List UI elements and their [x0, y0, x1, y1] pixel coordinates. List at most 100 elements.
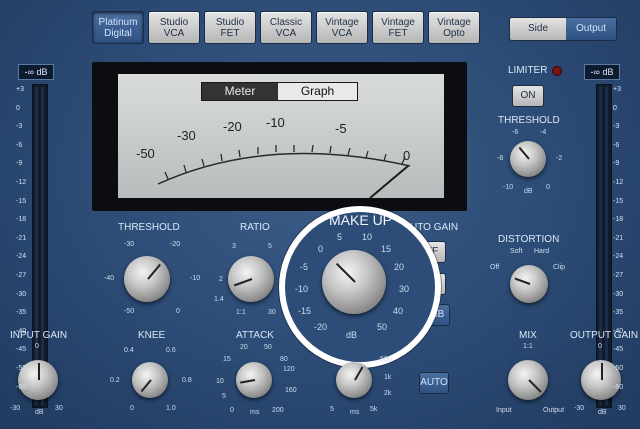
attack-knob[interactable]: [236, 362, 272, 398]
meter-scale-tick: -15: [613, 197, 624, 205]
input-gain-tick: dB: [35, 409, 44, 416]
meter-scale-tick: -6: [16, 141, 23, 149]
model-label: Vintage VCA: [325, 16, 359, 39]
limiter-on-button[interactable]: ON: [512, 85, 544, 107]
input-gain-tick: -30: [10, 405, 21, 412]
vu-tick-label: -30: [177, 128, 196, 143]
output-gain-tick: 0: [598, 343, 602, 350]
attack-tick: 15: [223, 356, 231, 363]
auto-release-button[interactable]: AUTO: [419, 372, 449, 394]
makeup-tick: -10: [295, 284, 309, 294]
ratio-tick: 1:1: [236, 309, 246, 316]
meter-scale-tick: -9: [613, 160, 620, 168]
release-tick: 5k: [370, 406, 378, 413]
limiter-threshold-tick: dB: [524, 188, 533, 195]
vu-tick-label: -50: [136, 146, 155, 161]
limiter-led-icon: [552, 66, 562, 76]
model-platinum-digital[interactable]: Platinum Digital: [92, 11, 144, 44]
attack-tick: 20: [240, 344, 248, 351]
meter-scale-tick: -30: [613, 290, 624, 298]
makeup-tick: 10: [362, 232, 373, 242]
limiter-label: LIMITER: [508, 65, 548, 76]
threshold-tick: 0: [176, 308, 180, 315]
meter-scale-tick: -40: [16, 327, 27, 335]
distortion-off: Off: [490, 264, 500, 271]
meter-scale-tick: -30: [16, 290, 27, 298]
meter-scale-tick: -60: [16, 383, 27, 391]
limiter-threshold-tick: 0: [546, 184, 550, 191]
knee-tick: 0.2: [110, 377, 120, 384]
knee-knob[interactable]: [132, 362, 168, 398]
input-gain-tick: 0: [35, 343, 39, 350]
ratio-label: RATIO: [240, 222, 270, 233]
meter-scale-tick: -35: [16, 309, 27, 317]
model-vintage-fet[interactable]: Vintage FET: [372, 11, 424, 44]
meter-scale-tick: -15: [16, 197, 27, 205]
meter-scale-tick: -18: [16, 216, 27, 224]
model-vintage-opto[interactable]: Vintage Opto: [428, 11, 480, 44]
meter-scale-tick: 0: [16, 104, 20, 112]
mix-knob[interactable]: [508, 360, 548, 400]
release-tick: ms: [350, 409, 360, 416]
output-gain-tick: dB: [598, 409, 607, 416]
knee-tick: 1.0: [166, 405, 176, 412]
attack-tick: 0: [230, 407, 234, 414]
input-gain-tick: 30: [55, 405, 63, 412]
meter-scale-tick: -21: [613, 234, 624, 242]
meter-scale-tick: -12: [613, 179, 624, 186]
release-tick: 2k: [384, 390, 392, 397]
makeup-tick: 30: [399, 284, 410, 294]
release-knob[interactable]: [336, 362, 372, 398]
makeup-tick: 40: [393, 306, 404, 316]
model-classic-vca[interactable]: Classic VCA: [260, 11, 312, 44]
meter-scale-tick: -21: [16, 234, 27, 242]
meter-scale-tick: -27: [613, 272, 624, 279]
ratio-tick: 30: [268, 309, 276, 316]
meter-scale-tick: 0: [613, 104, 617, 112]
input-level-readout: -∞ dB: [18, 64, 54, 80]
release-tick: 500: [380, 356, 392, 363]
ratio-knob[interactable]: [228, 256, 274, 302]
makeup-tick: 15: [381, 244, 392, 254]
threshold-tick: -50: [124, 308, 135, 315]
side-chain-button[interactable]: Side Chain: [510, 18, 566, 40]
limiter-threshold-knob[interactable]: [510, 141, 546, 177]
meter-source-toggle: Side Chain Output: [509, 17, 617, 41]
model-vintage-vca[interactable]: Vintage VCA: [316, 11, 368, 44]
meter-scale-tick: -3: [613, 123, 620, 131]
model-label: Platinum Digital: [98, 16, 138, 39]
ratio-tick: 1.4: [214, 296, 224, 303]
distortion-knob[interactable]: [510, 265, 548, 303]
meter-scale-tick: +3: [16, 86, 24, 93]
makeup-tick: 0: [318, 244, 324, 254]
meter-scale-tick: -3: [16, 123, 23, 131]
model-label: Studio VCA: [159, 16, 189, 39]
model-studio-vca[interactable]: Studio VCA: [148, 11, 200, 44]
plugin-window: { "models": ["Platinum\nDigital","Studio…: [0, 0, 640, 429]
threshold-tick: -30: [124, 241, 135, 248]
vu-tick-label: -10: [266, 115, 285, 130]
meter-scale-tick: -45: [16, 346, 27, 354]
output-gain-label: OUTPUT GAIN: [570, 330, 639, 341]
model-label: Studio FET: [215, 16, 245, 39]
vu-tick-label: -5: [335, 121, 347, 136]
meter-scale-tick: -50: [613, 365, 624, 372]
makeup-tick: 5: [337, 232, 343, 242]
makeup-tick: -20: [314, 322, 328, 332]
model-label: Classic VCA: [269, 16, 303, 39]
makeup-tick: -5: [300, 262, 309, 272]
makeup-label: MAKE UP: [329, 212, 393, 228]
distortion-label: DISTORTION: [498, 234, 560, 245]
model-label: Vintage Opto: [437, 16, 471, 39]
mix-input: Input: [496, 407, 512, 414]
threshold-tick: -10: [190, 275, 201, 282]
makeup-knob[interactable]: [322, 250, 386, 314]
release-tick: 5: [330, 406, 334, 413]
output-button[interactable]: Output: [566, 18, 616, 40]
attack-tick: 120: [283, 366, 295, 373]
threshold-knob[interactable]: [124, 256, 170, 302]
meter-scale-tick: -45: [613, 346, 624, 354]
model-studio-fet[interactable]: Studio FET: [204, 11, 256, 44]
meter-scale-tick: -50: [16, 365, 27, 372]
ratio-tick: 3: [232, 243, 236, 250]
